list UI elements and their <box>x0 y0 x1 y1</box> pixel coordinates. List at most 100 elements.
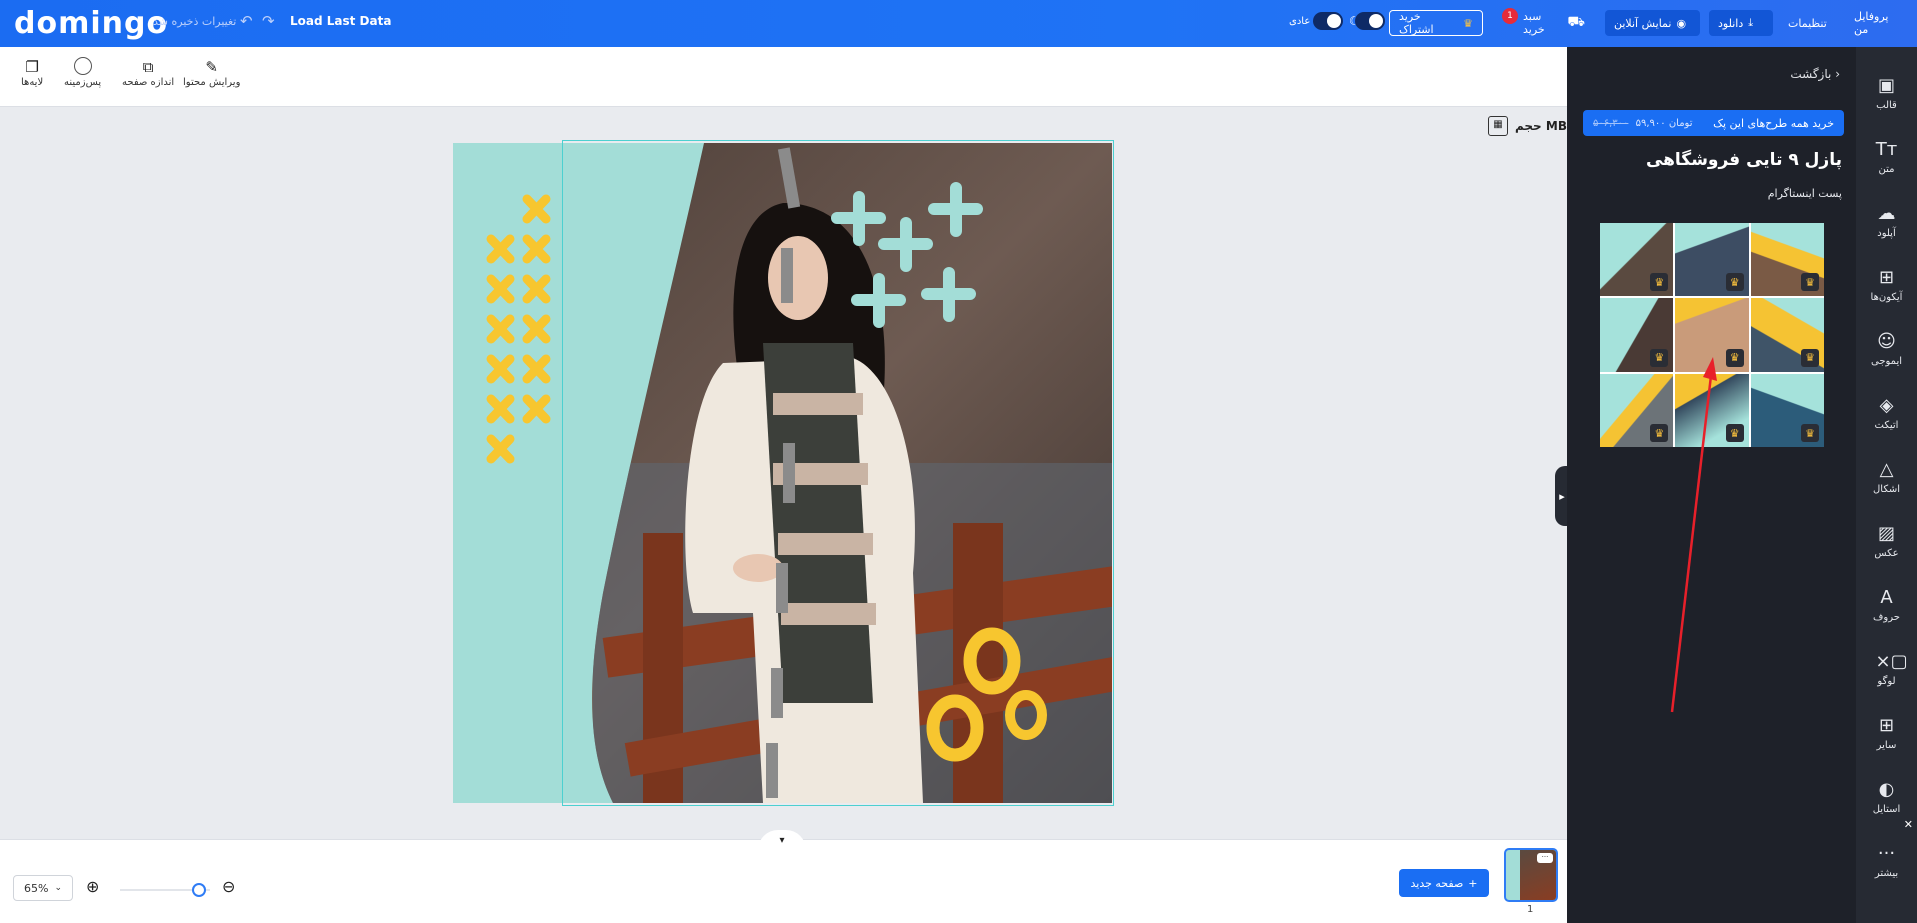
preview-online-button[interactable]: نمایش آنلاین ◉ <box>1605 10 1700 36</box>
template-tile[interactable]: ♛ <box>1750 223 1824 297</box>
icons-icon: ⊞ <box>1878 267 1895 288</box>
download-label: دانلود <box>1718 16 1744 30</box>
design-canvas[interactable] <box>453 143 1112 803</box>
page-size-label: اندازه صفحه <box>122 77 175 88</box>
pencil-icon: ✎ <box>205 58 218 76</box>
sidebar-item-other[interactable]: ⊞ سایر <box>1856 715 1917 775</box>
zoom-select[interactable]: 65% ⌄ <box>13 875 73 901</box>
sidebar-item-shapes[interactable]: △ اشکال <box>1856 459 1917 519</box>
more-icon: ··· <box>1877 843 1896 864</box>
undo-icon[interactable]: ↶ <box>240 12 253 30</box>
sidebar-item-photo[interactable]: ▨ عکس <box>1856 523 1917 583</box>
saved-status: تغییرات ذخیره شد <box>153 15 237 28</box>
cart-button[interactable]: سبد خرید ⛟ <box>1514 10 1594 36</box>
new-page-label: صفحه جدید <box>1410 876 1464 890</box>
sidebar-item-icons[interactable]: ⊞ آیکون‌ها <box>1856 267 1917 327</box>
pack-new-price: ۵۹,۹۰۰ تومان <box>1635 117 1693 129</box>
crown-icon: ♛ <box>1463 16 1473 30</box>
subscribe-label: خرید اشتراک <box>1399 10 1434 36</box>
zoom-slider-thumb[interactable] <box>192 883 206 897</box>
chevron-down-icon[interactable]: ▾ <box>758 830 806 852</box>
template-tile[interactable]: ♛ <box>1750 298 1824 372</box>
template-icon: ▣ <box>1877 75 1895 96</box>
sidebar-item-tag[interactable]: ◈ اتیکت <box>1856 395 1917 455</box>
mode-label: عادی <box>1289 16 1311 27</box>
settings-button[interactable]: تنظیمات <box>1779 10 1845 36</box>
template-tile[interactable]: ♛ <box>1600 223 1674 297</box>
mode-toggle[interactable] <box>1313 12 1343 30</box>
sidebar-item-label: سایر <box>1876 740 1897 751</box>
crown-icon: ♛ <box>1725 273 1744 292</box>
sidebar-item-label: حروف <box>1873 612 1900 623</box>
sidebar-item-text[interactable]: Tт متن <box>1856 139 1917 199</box>
layers-label: لایه‌ها <box>21 77 44 88</box>
chevron-down-icon: ⌄ <box>54 883 62 893</box>
buy-all-label: خرید همه طرح‌های این پک <box>1713 116 1834 130</box>
sidebar-item-label: عکس <box>1874 548 1899 559</box>
download-button[interactable]: دانلود ⤓ <box>1709 10 1773 36</box>
file-size-label: حجم MB <box>1515 119 1567 133</box>
download-icon: ⤓ <box>1748 16 1754 29</box>
new-page-button[interactable]: صفحه جدید + <box>1399 869 1489 897</box>
page-options-icon[interactable]: ··· <box>1537 853 1553 863</box>
profile-button[interactable]: پروفایل من <box>1845 10 1915 36</box>
sidebar-item-label: ایموجی <box>1870 356 1903 367</box>
template-tile[interactable]: ♛ <box>1675 223 1749 297</box>
preview-label: نمایش آنلاین <box>1614 16 1672 30</box>
zoom-slider[interactable] <box>120 883 210 897</box>
text-icon: Tт <box>1875 139 1898 160</box>
close-icon[interactable]: ✕ <box>1904 818 1913 831</box>
zoom-out-icon[interactable]: ⊖ <box>222 877 235 896</box>
layers-button[interactable]: ❐ لایه‌ها <box>21 57 43 88</box>
upload-icon: ☁ <box>1877 203 1896 224</box>
sidebar-item-label: اتیکت <box>1874 420 1899 431</box>
file-size-icon[interactable]: ▦ <box>1488 116 1508 136</box>
subscribe-button[interactable]: خرید اشتراک ♛ <box>1389 10 1483 36</box>
sidebar-item-upload[interactable]: ☁ آپلود <box>1856 203 1917 263</box>
cart-icon: ⛟ <box>1567 14 1585 30</box>
logo-icon: ⨯▢ <box>1875 651 1908 672</box>
buy-all-pack-button[interactable]: ۵۰۶,۳۰۰ ۵۹,۹۰۰ تومان خرید همه طرح‌های ای… <box>1583 110 1844 136</box>
page-size-button[interactable]: ⧉ اندازه صفحه <box>122 57 174 88</box>
shapes-icon: △ <box>1879 459 1894 480</box>
dark-mode-toggle[interactable] <box>1355 12 1385 30</box>
sidebar-item-emoji[interactable]: ☺ ایموجی <box>1856 331 1917 391</box>
crown-icon: ♛ <box>1725 424 1744 442</box>
page-number: 1 <box>1527 904 1534 915</box>
template-tile[interactable]: ♛ <box>1600 298 1674 372</box>
photo-icon: ▨ <box>1877 523 1895 544</box>
sidebar-item-letters[interactable]: A حروف <box>1856 587 1917 647</box>
top-bar: domingo تغییرات ذخیره شد ↶ ↷ Load Last D… <box>0 0 1917 47</box>
crown-icon: ♛ <box>1650 348 1669 367</box>
style-icon: ◐ <box>1878 779 1895 800</box>
sidebar-item-label: آیکون‌ها <box>1870 292 1903 303</box>
sidebar-item-logo[interactable]: ⨯▢ لوگو <box>1856 651 1917 711</box>
load-last-data-button[interactable]: Load Last Data <box>290 14 391 28</box>
edit-content-button[interactable]: ✎ ویرایش محتوا <box>183 57 240 88</box>
sidebar-item-more[interactable]: ··· بیشتر <box>1856 843 1917 903</box>
app-logo[interactable]: domingo <box>14 6 168 41</box>
sidebar-item-template[interactable]: ▣ قالب <box>1856 75 1917 135</box>
zoom-in-icon[interactable]: ⊕ <box>86 877 99 896</box>
sidebar-item-label: اشکال <box>1873 484 1900 495</box>
redo-icon[interactable]: ↷ <box>262 12 275 30</box>
template-panel: بازگشت › ۵۰۶,۳۰۰ ۵۹,۹۰۰ تومان خرید همه ط… <box>1567 47 1856 923</box>
background-button[interactable]: پس‌زمینه <box>64 57 101 88</box>
yellow-x-pattern <box>486 194 551 464</box>
back-button[interactable]: بازگشت › <box>1790 67 1840 81</box>
crown-icon: ♛ <box>1650 424 1669 442</box>
crown-icon: ♛ <box>1725 348 1744 367</box>
crown-icon: ♛ <box>1801 273 1819 292</box>
cart-label: سبد خرید <box>1523 10 1545 36</box>
plus-icon: + <box>1468 876 1478 890</box>
template-tile[interactable]: ♛ <box>1750 373 1824 447</box>
template-tile[interactable]: ♛ <box>1600 373 1674 447</box>
annotation-arrow <box>1670 357 1717 713</box>
page-thumbnail[interactable]: ··· <box>1504 848 1558 902</box>
sidebar-item-label: استایل <box>1872 804 1901 815</box>
eye-icon: ◉ <box>1676 16 1687 30</box>
pack-price: ۵۰۶,۳۰۰ ۵۹,۹۰۰ تومان <box>1593 118 1693 129</box>
pack-subtitle: پست اینستاگرام <box>1767 187 1842 200</box>
crown-icon: ♛ <box>1801 424 1819 442</box>
background-circle-icon <box>73 57 92 75</box>
